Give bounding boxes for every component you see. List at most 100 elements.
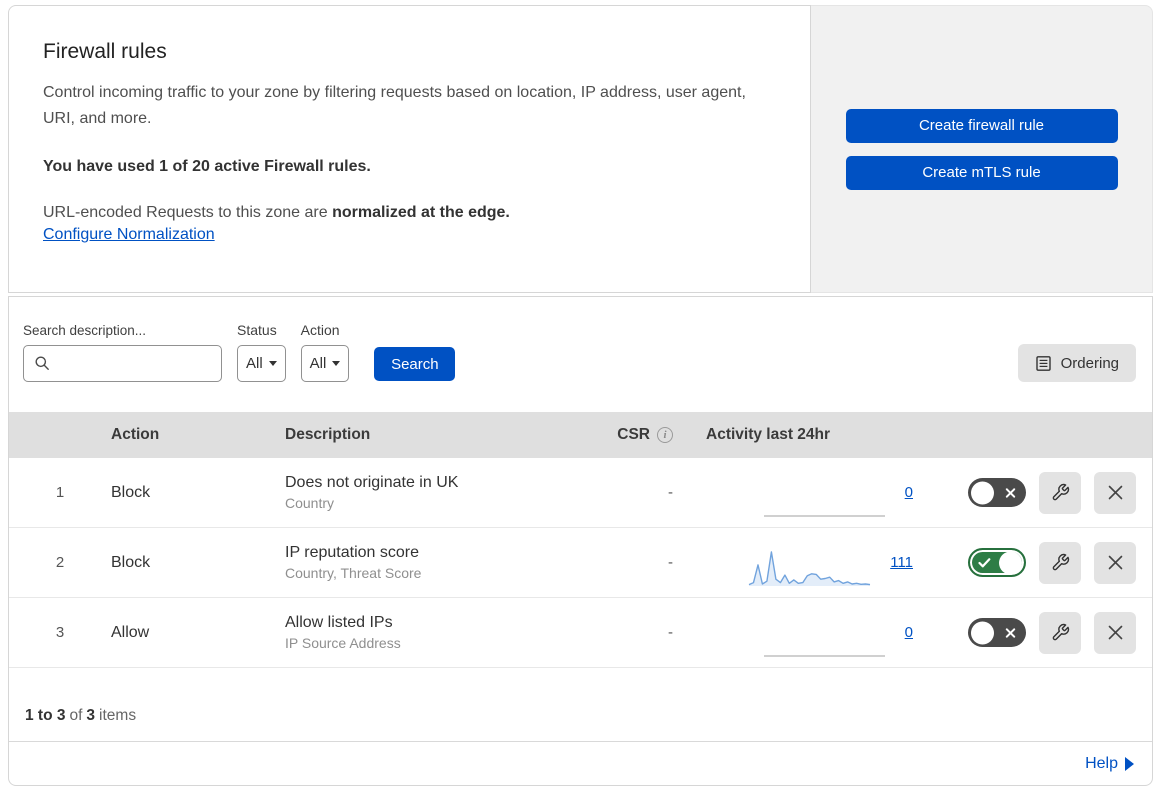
csr-header-label: CSR <box>617 426 650 443</box>
rule-priority: 2 <box>55 554 65 571</box>
edit-rule-button[interactable] <box>1039 611 1081 654</box>
usage-text: You have used 1 of 20 active Firewall ru… <box>43 158 371 175</box>
toggle-knob <box>971 481 994 504</box>
status-filter-group: Status All <box>237 322 286 382</box>
rule-priority: 3 <box>55 624 65 641</box>
close-icon <box>1108 555 1122 570</box>
rule-priority: 1 <box>55 484 65 501</box>
activity-count-link[interactable]: 0 <box>905 624 913 641</box>
footer-total: 3 <box>86 707 96 724</box>
wrench-icon <box>1052 553 1069 571</box>
status-filter-value: All <box>246 355 263 372</box>
edit-rule-button[interactable] <box>1039 471 1081 514</box>
rule-description-cell: Allow listed IPs IP Source Address <box>285 614 574 651</box>
configure-normalization-link[interactable]: Configure Normalization <box>43 226 215 243</box>
table-footer: 1 to 3 of 3 items <box>9 668 1152 741</box>
create-mtls-rule-button[interactable]: Create mTLS rule <box>845 155 1118 190</box>
delete-rule-button[interactable] <box>1094 471 1136 514</box>
rule-description[interactable]: Allow listed IPs <box>285 614 574 632</box>
status-filter-dropdown[interactable]: All <box>237 345 286 382</box>
help-link-label: Help <box>1085 754 1118 772</box>
rule-activity-cell: 0 <box>681 471 919 517</box>
search-label: Search description... <box>23 323 147 338</box>
rule-description-cell: IP reputation score Country, Threat Scor… <box>285 544 574 581</box>
delete-rule-button[interactable] <box>1094 541 1136 584</box>
col-action-header: Action <box>111 426 160 443</box>
page-title: Firewall rules <box>43 40 167 63</box>
arrow-right-icon <box>1125 756 1134 771</box>
footer-range: 1 to 3 <box>25 707 66 724</box>
toggle-knob <box>971 621 994 644</box>
search-box <box>23 345 222 382</box>
normalization-text: URL-encoded Requests to this zone are no… <box>43 204 776 222</box>
page-description: Control incoming traffic to your zone by… <box>43 84 746 127</box>
rules-card: Search description... Status All Action … <box>8 296 1153 786</box>
cross-icon <box>1005 627 1016 638</box>
help-link[interactable]: Help <box>1085 755 1134 773</box>
create-firewall-rule-button[interactable]: Create firewall rule <box>845 108 1118 143</box>
search-button[interactable]: Search <box>374 347 456 381</box>
rule-description[interactable]: IP reputation score <box>285 544 574 562</box>
search-input[interactable] <box>23 345 222 382</box>
rule-csr-value: - <box>668 554 673 571</box>
wrench-icon <box>1052 623 1069 641</box>
activity-sparkline <box>763 514 885 517</box>
ordering-button-label: Ordering <box>1060 354 1119 372</box>
action-filter-dropdown[interactable]: All <box>300 345 350 382</box>
wrench-icon <box>1052 483 1069 501</box>
footer-of: of <box>69 707 83 724</box>
rule-controls <box>919 611 1152 654</box>
filter-bar: Search description... Status All Action … <box>9 297 1152 412</box>
col-description-header: Description <box>285 426 371 443</box>
top-section: Firewall rules Control incoming traffic … <box>8 5 1153 293</box>
rule-controls <box>919 471 1152 514</box>
table-header: Action Description CSR Activity last 24h… <box>9 412 1152 458</box>
rule-activity-cell: 111 <box>681 541 919 586</box>
info-icon[interactable] <box>657 427 673 443</box>
enable-toggle[interactable] <box>968 548 1026 577</box>
rule-action: Allow <box>111 623 150 641</box>
help-bar: Help <box>9 741 1152 785</box>
rule-csr-value: - <box>668 624 673 641</box>
enable-toggle[interactable] <box>968 618 1026 647</box>
enable-toggle[interactable] <box>968 478 1026 507</box>
table-row: 1 Block Does not originate in UK Country… <box>9 458 1152 528</box>
list-document-icon <box>1035 355 1051 371</box>
rule-action: Block <box>111 553 151 571</box>
intro-card: Firewall rules Control incoming traffic … <box>8 5 811 293</box>
chevron-down-icon <box>268 361 277 366</box>
delete-rule-button[interactable] <box>1094 611 1136 654</box>
normalization-bold: normalized at the edge. <box>332 204 510 221</box>
footer-items: items <box>99 707 137 724</box>
status-filter-label: Status <box>237 322 277 338</box>
ordering-button[interactable]: Ordering <box>1017 344 1136 382</box>
activity-sparkline <box>748 550 871 586</box>
toggle-knob <box>999 551 1022 574</box>
close-icon <box>1108 485 1122 500</box>
table-row: 3 Allow Allow listed IPs IP Source Addre… <box>9 598 1152 668</box>
activity-count-link[interactable]: 111 <box>890 554 913 571</box>
rule-description[interactable]: Does not originate in UK <box>285 474 574 492</box>
check-icon <box>978 557 991 567</box>
activity-count-link[interactable]: 0 <box>905 484 913 501</box>
activity-sparkline <box>763 654 885 657</box>
rule-csr-value: - <box>668 484 673 501</box>
chevron-down-icon <box>332 361 341 366</box>
rule-fields: Country, Threat Score <box>285 565 422 581</box>
cross-icon <box>1005 487 1016 498</box>
search-group: Search description... <box>23 323 222 382</box>
rule-fields: Country <box>285 495 335 511</box>
normalization-prefix: URL-encoded Requests to this zone are <box>43 204 333 221</box>
close-icon <box>1108 625 1122 640</box>
action-filter-label: Action <box>300 322 340 338</box>
edit-rule-button[interactable] <box>1039 541 1081 584</box>
action-filter-value: All <box>309 355 327 372</box>
table-body: 1 Block Does not originate in UK Country… <box>9 458 1152 668</box>
action-filter-group: Action All <box>300 322 350 382</box>
rule-activity-cell: 0 <box>681 611 919 657</box>
table-row: 2 Block IP reputation score Country, Thr… <box>9 528 1152 598</box>
col-csr-header: CSR <box>574 426 681 444</box>
rule-description-cell: Does not originate in UK Country <box>285 474 574 511</box>
rule-action: Block <box>111 483 151 501</box>
rule-controls <box>919 541 1152 584</box>
